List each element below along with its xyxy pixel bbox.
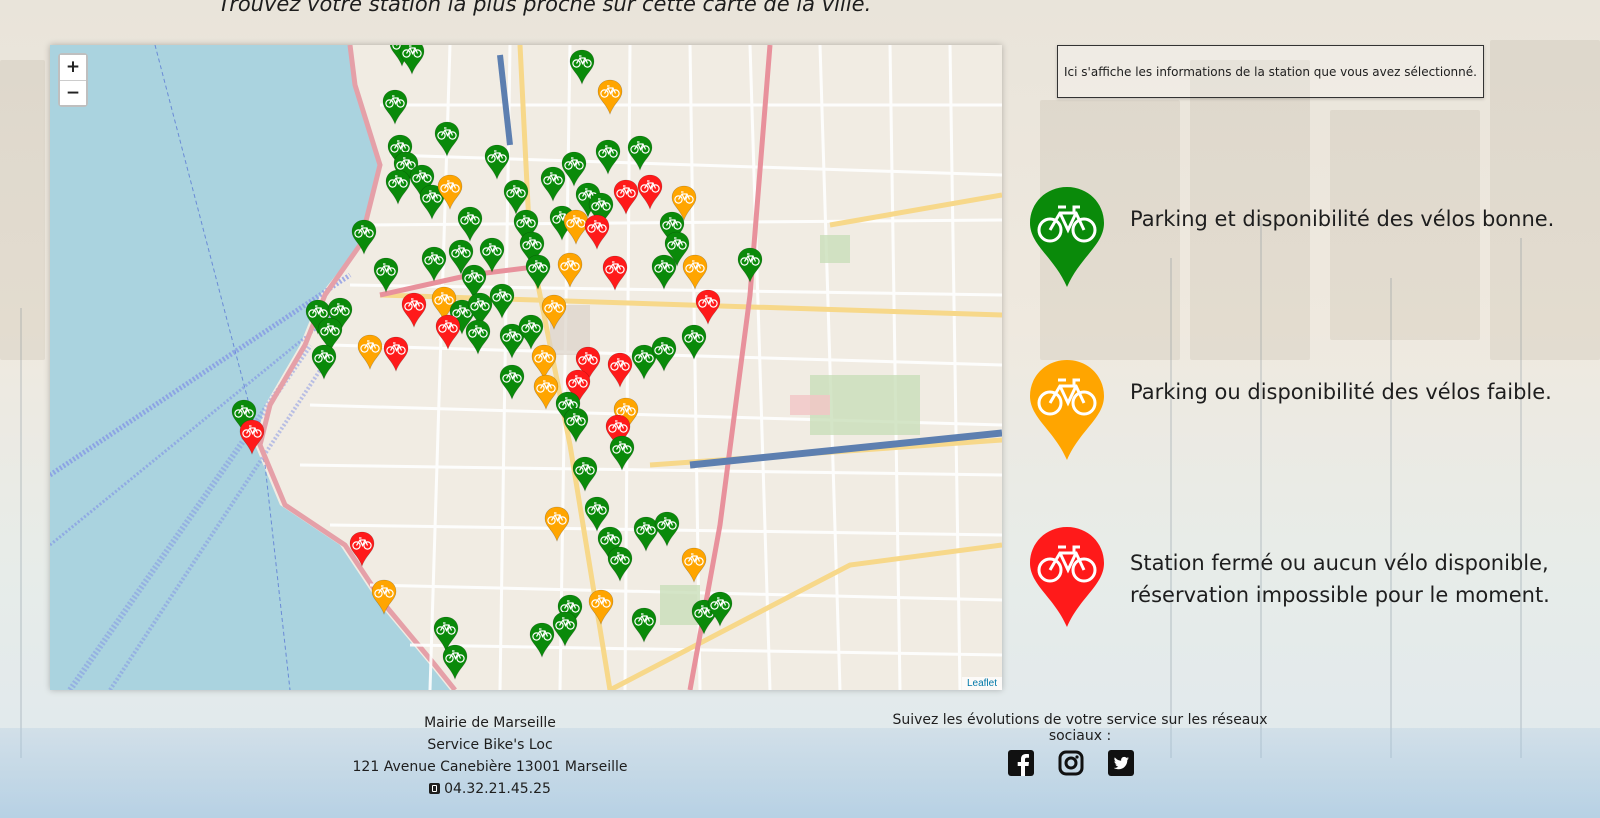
station-map[interactable]: + − Leaflet: [50, 45, 1002, 690]
footer-phone-number: 04.32.21.45.25: [444, 781, 551, 797]
zoom-out-button[interactable]: −: [60, 80, 86, 105]
station-marker-good[interactable]: [399, 45, 425, 75]
station-marker-red[interactable]: [602, 255, 628, 291]
bike-pin-orange-icon: [1030, 360, 1104, 460]
station-marker-good[interactable]: [518, 314, 544, 350]
footer-service-name: Service Bike's Loc: [427, 737, 553, 753]
station-marker-good[interactable]: [385, 169, 411, 205]
social-icons: [1008, 750, 1134, 776]
station-marker-red[interactable]: [637, 174, 663, 210]
station-marker-good[interactable]: [572, 456, 598, 492]
station-marker-red[interactable]: [401, 292, 427, 328]
legend-closed-line2: réservation impossible pour le moment.: [1130, 583, 1550, 607]
footer-social-text: Suivez les évolutions de votre service s…: [892, 712, 1268, 744]
zoom-in-button[interactable]: +: [60, 55, 86, 80]
legend-good-text: Parking et disponibilité des vélos bonne…: [1130, 207, 1555, 231]
station-marker-low[interactable]: [541, 294, 567, 330]
station-marker-red[interactable]: [435, 314, 461, 350]
facebook-icon[interactable]: [1008, 750, 1034, 776]
instagram-icon[interactable]: [1058, 750, 1084, 776]
station-marker-good[interactable]: [563, 407, 589, 443]
station-marker-good[interactable]: [569, 49, 595, 85]
legend-closed-text: Station fermé ou aucun vélo disponible, …: [1130, 547, 1550, 611]
station-marker-red[interactable]: [584, 214, 610, 250]
station-marker-good[interactable]: [627, 135, 653, 171]
station-marker-good[interactable]: [584, 496, 610, 532]
station-marker-good[interactable]: [311, 344, 337, 380]
station-marker-good[interactable]: [489, 283, 515, 319]
station-marker-good[interactable]: [529, 622, 555, 658]
station-markers: [231, 45, 763, 680]
station-marker-good[interactable]: [503, 179, 529, 215]
station-marker-low[interactable]: [588, 589, 614, 625]
station-marker-low[interactable]: [557, 252, 583, 288]
station-marker-good[interactable]: [457, 206, 483, 242]
station-marker-good[interactable]: [540, 166, 566, 202]
station-marker-good[interactable]: [442, 644, 468, 680]
bike-pin-green-icon: [1030, 187, 1104, 287]
station-marker-good[interactable]: [434, 121, 460, 157]
station-marker-low[interactable]: [357, 334, 383, 370]
phone-icon: [429, 783, 441, 794]
footer-address: Mairie de Marseille Service Bike's Loc 1…: [330, 712, 650, 800]
station-marker-good[interactable]: [382, 89, 408, 125]
station-marker-low[interactable]: [681, 547, 707, 583]
station-marker-good[interactable]: [631, 607, 657, 643]
station-marker-good[interactable]: [561, 151, 587, 187]
station-info-box: Ici s'affiche les informations de la sta…: [1057, 45, 1484, 98]
leaflet-attribution-link[interactable]: Leaflet: [961, 677, 1002, 690]
station-marker-red[interactable]: [607, 352, 633, 388]
footer-org-name: Mairie de Marseille: [424, 715, 556, 731]
station-marker-good[interactable]: [595, 139, 621, 175]
station-marker-good[interactable]: [607, 546, 633, 582]
bike-pin-red-icon: [1030, 527, 1104, 627]
station-marker-low[interactable]: [371, 579, 397, 615]
station-info-text: Ici s'affiche les informations de la sta…: [1064, 64, 1477, 79]
station-marker-good[interactable]: [373, 257, 399, 293]
station-marker-good[interactable]: [651, 336, 677, 372]
station-marker-good[interactable]: [609, 435, 635, 471]
legend-low-text: Parking ou disponibilité des vélos faibl…: [1130, 380, 1552, 404]
station-marker-good[interactable]: [633, 516, 659, 552]
legend-closed-line1: Station fermé ou aucun vélo disponible,: [1130, 551, 1549, 575]
station-marker-good[interactable]: [465, 319, 491, 355]
station-marker-low[interactable]: [682, 254, 708, 290]
page-title: Trouvez votre station la plus proche sur…: [218, 0, 872, 16]
station-marker-low[interactable]: [437, 174, 463, 210]
station-marker-good[interactable]: [499, 364, 525, 400]
station-marker-good[interactable]: [479, 237, 505, 273]
station-marker-low[interactable]: [533, 374, 559, 410]
station-marker-low[interactable]: [597, 79, 623, 115]
station-marker-red[interactable]: [695, 289, 721, 325]
station-marker-red[interactable]: [349, 531, 375, 567]
station-marker-low[interactable]: [531, 344, 557, 380]
station-marker-good[interactable]: [484, 144, 510, 180]
station-marker-red[interactable]: [383, 336, 409, 372]
footer-phone: 04.32.21.45.25: [330, 778, 650, 800]
station-marker-good[interactable]: [651, 254, 677, 290]
station-marker-red[interactable]: [239, 419, 265, 455]
station-marker-good[interactable]: [681, 324, 707, 360]
station-marker-good[interactable]: [525, 254, 551, 290]
twitter-icon[interactable]: [1108, 750, 1134, 776]
station-marker-low[interactable]: [544, 506, 570, 542]
station-marker-low[interactable]: [563, 209, 589, 245]
station-marker-red[interactable]: [613, 179, 639, 215]
station-marker-good[interactable]: [552, 611, 578, 647]
station-marker-good[interactable]: [351, 219, 377, 255]
station-marker-good[interactable]: [421, 246, 447, 282]
station-marker-good[interactable]: [737, 247, 763, 283]
zoom-control: + −: [58, 53, 88, 107]
footer-street-address: 121 Avenue Canebière 13001 Marseille: [352, 759, 628, 775]
station-marker-good[interactable]: [654, 511, 680, 547]
